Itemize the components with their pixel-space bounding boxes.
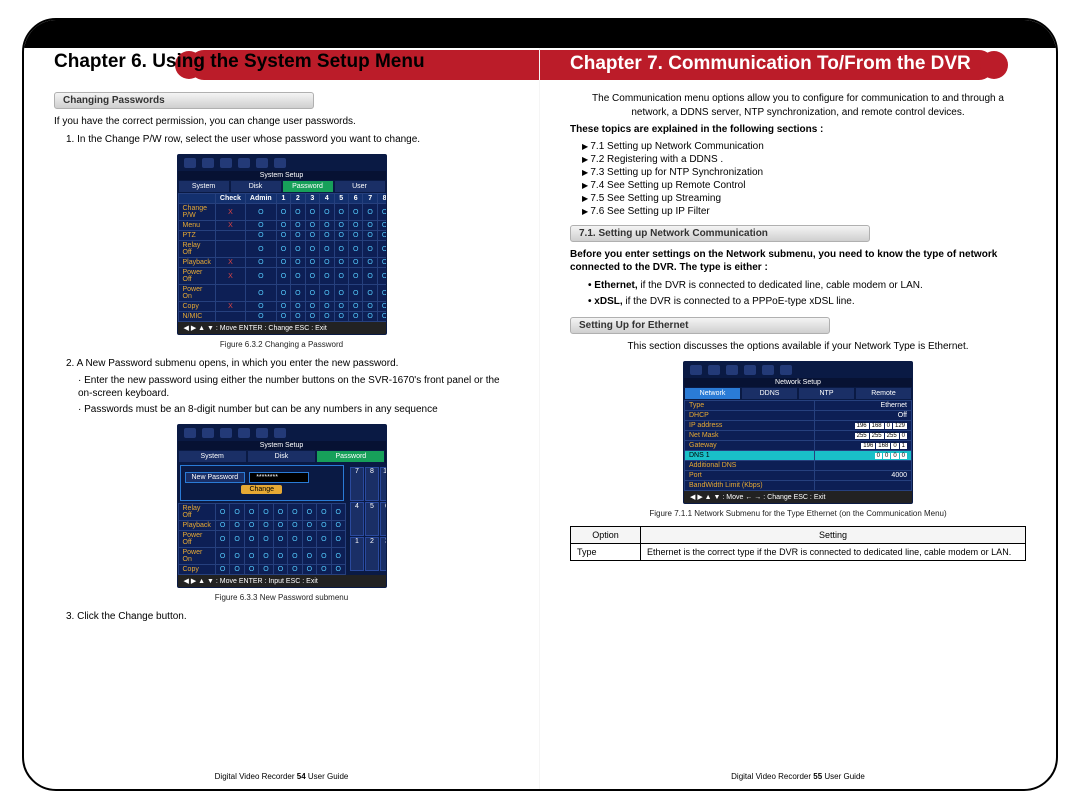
- onscreen-keypad: 7810 456 123: [346, 463, 387, 575]
- page-footer-left: Digital Video Recorder 54 User Guide: [24, 772, 539, 781]
- dvr-tab-ddns: DDNS: [741, 387, 798, 400]
- dvr-footer-hint: ◀ ▶ ▲ ▼ : Move ENTER : Input ESC : Exit: [178, 575, 386, 587]
- dvr-tab-disk: Disk: [247, 450, 316, 463]
- section-7-1-intro: Before you enter settings on the Network…: [570, 248, 1026, 275]
- dvr-tab-user: User: [334, 180, 386, 193]
- intro-text: The Communication menu options allow you…: [570, 92, 1026, 119]
- bullet-xdsl: xDSL, if the DVR is connected to a PPPoE…: [588, 295, 1026, 309]
- figure-6-3-2: System Setup System Disk Password User C…: [54, 154, 509, 338]
- new-password-popup: New Password ******** Change: [180, 465, 344, 501]
- setting-cell: Ethernet is the correct type if the DVR …: [641, 544, 1026, 561]
- step-2-sub-2: · Passwords must be an 8-digit number bu…: [78, 403, 509, 417]
- new-password-label: New Password: [185, 472, 246, 483]
- dvr-toolbar: [178, 425, 386, 441]
- dvr-tab-password: Password: [282, 180, 334, 193]
- dvr-tab-system: System: [178, 180, 230, 193]
- section-heading-ethernet: Setting Up for Ethernet: [570, 317, 830, 334]
- topics-lead: These topics are explained in the follow…: [570, 123, 1026, 137]
- dvr-footer-hint: ◀ ▶ ▲ ▼ : Move ← → : Change ESC : Exit: [684, 491, 912, 503]
- figure-7-1-1-caption: Figure 7.1.1 Network Submenu for the Typ…: [570, 509, 1026, 518]
- network-settings-table: TypeEthernet DHCPOff IP address196168012…: [684, 400, 912, 491]
- option-col-header: Option: [571, 527, 641, 544]
- dvr-tabs: System Disk Password: [178, 450, 386, 463]
- topic-item: 7.6 See Setting up IP Filter: [582, 206, 1026, 217]
- ethernet-intro: This section discusses the options avail…: [570, 340, 1026, 354]
- section-heading-changing-passwords: Changing Passwords: [54, 92, 314, 109]
- dvr-tabs: Network DDNS NTP Remote: [684, 387, 912, 400]
- dvr-footer-hint: ◀ ▶ ▲ ▼ : Move ENTER : Change ESC : Exit: [178, 322, 386, 334]
- step-2: 2. A New Password submenu opens, in whic…: [66, 357, 509, 371]
- topic-item: 7.5 See Setting up Streaming: [582, 193, 1026, 204]
- page-right: Chapter 7. Communication To/From the DVR…: [540, 20, 1056, 789]
- topic-item: 7.3 Setting up for NTP Synchronization: [582, 167, 1026, 178]
- figure-7-1-1: Network Setup Network DDNS NTP Remote Ty…: [570, 361, 1026, 507]
- page-footer-right: Digital Video Recorder 55 User Guide: [540, 772, 1056, 781]
- dvr-toolbar: [178, 155, 386, 171]
- dvr-window-title: System Setup: [178, 171, 386, 180]
- tab-dot-icon: [980, 51, 1008, 79]
- bullet-ethernet: Ethernet, if the DVR is connected to ded…: [588, 279, 1026, 293]
- topic-item: 7.4 See Setting up Remote Control: [582, 180, 1026, 191]
- dvr-tab-network: Network: [684, 387, 741, 400]
- intro-text: If you have the correct permission, you …: [54, 115, 509, 129]
- topic-item: 7.1 Setting up Network Communication: [582, 141, 1026, 152]
- step-1: 1. In the Change P/W row, select the use…: [66, 133, 509, 147]
- step-2-sub-1: · Enter the new password using either th…: [78, 374, 509, 401]
- chapter-title: Chapter 6. Using the System Setup Menu: [54, 51, 425, 73]
- new-password-field: ********: [249, 472, 309, 483]
- dvr-tab-password: Password: [316, 450, 385, 463]
- dvr-tab-system: System: [178, 450, 247, 463]
- dvr-window-title: Network Setup: [684, 378, 912, 387]
- dvr-toolbar: [684, 362, 912, 378]
- dvr-tab-remote: Remote: [855, 387, 912, 400]
- figure-6-3-3: System Setup System Disk Password New Pa…: [54, 424, 509, 591]
- topics-list: 7.1 Setting up Network Communication 7.2…: [570, 141, 1026, 217]
- topic-item: 7.2 Registering with a DDNS .: [582, 154, 1026, 165]
- dvr-window-title: System Setup: [178, 441, 386, 450]
- dvr-permission-table: CheckAdmin 123 456 78910 Change P/WXOOOO…: [178, 193, 387, 322]
- setting-col-header: Setting: [641, 527, 1026, 544]
- dvr-tabs: System Disk Password User: [178, 180, 386, 193]
- page-spread: Chapter 6. Using the System Setup Menu C…: [22, 18, 1058, 791]
- option-setting-table: Option Setting Type Ethernet is the corr…: [570, 526, 1026, 561]
- page-left: Chapter 6. Using the System Setup Menu C…: [24, 20, 540, 789]
- chapter-tab-right: Chapter 7. Communication To/From the DVR: [540, 50, 1056, 80]
- change-button: Change: [241, 485, 282, 494]
- dvr-tab-ntp: NTP: [798, 387, 855, 400]
- step-3: 3. Click the Change button.: [66, 610, 509, 624]
- section-heading-7-1: 7.1. Setting up Network Communication: [570, 225, 870, 242]
- dvr-tab-disk: Disk: [230, 180, 282, 193]
- chapter-tab-left: Chapter 6. Using the System Setup Menu: [24, 50, 539, 80]
- option-cell: Type: [571, 544, 641, 561]
- chapter-title: Chapter 7. Communication To/From the DVR: [570, 53, 971, 75]
- figure-6-3-2-caption: Figure 6.3.2 Changing a Password: [54, 340, 509, 349]
- figure-6-3-3-caption: Figure 6.3.3 New Password submenu: [54, 593, 509, 602]
